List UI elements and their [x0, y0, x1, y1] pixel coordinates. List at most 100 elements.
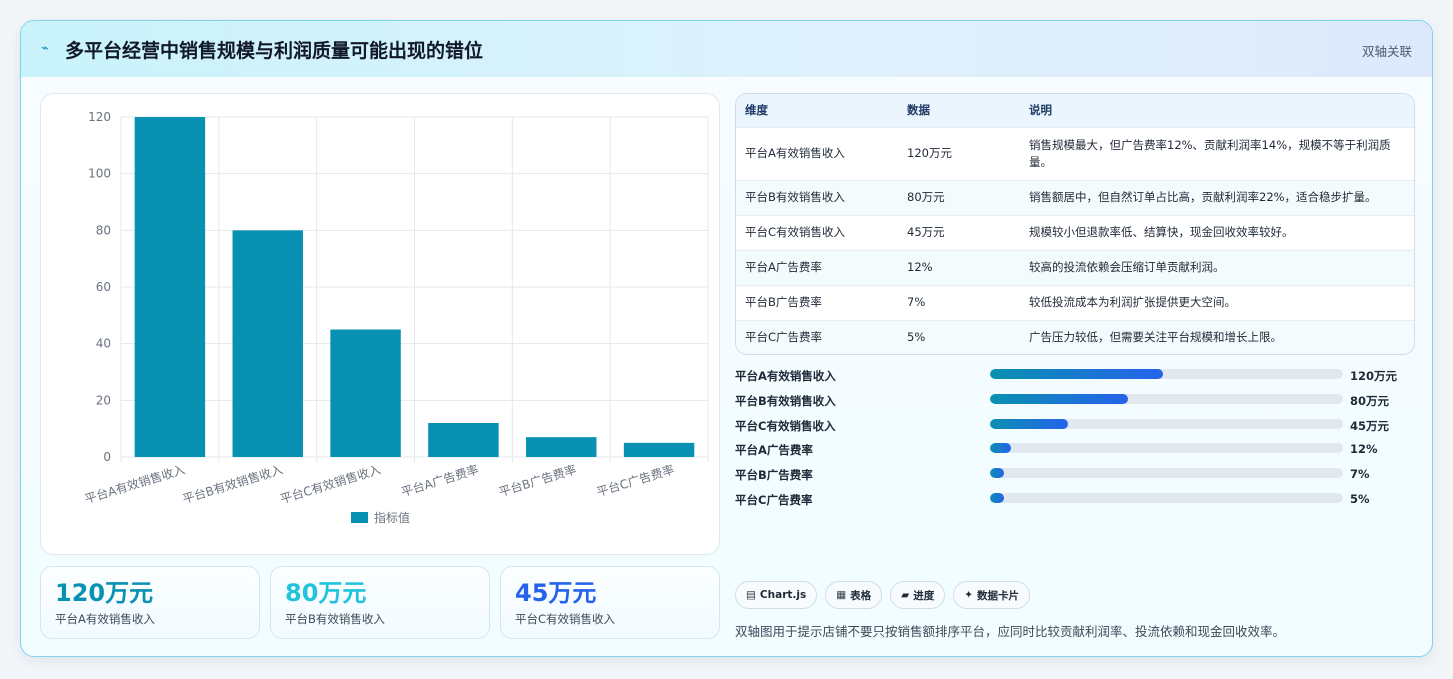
x-tick-label: 平台B有效销售收入: [181, 462, 285, 507]
table-cell: 平台A广告费率: [736, 249, 898, 285]
table-row: 平台B有效销售收入 80万元 销售额居中，但自然订单占比高，贡献利润率22%，适…: [736, 179, 1414, 215]
y-tick-label: 100: [88, 167, 111, 181]
chip-table[interactable]: ▦ 表格: [825, 581, 883, 609]
progress-label: 平台B广告费率: [735, 468, 813, 483]
progress-fill: [990, 443, 1012, 454]
chip-label: 进度: [913, 589, 935, 602]
table-cell: 平台A有效销售收入: [736, 126, 898, 180]
header: ⌁ 多平台经营中销售规模与利润质量可能出现的错位 双轴关联: [21, 21, 1432, 77]
progress-value: 120万元: [1350, 369, 1398, 383]
page-title: 多平台经营中销售规模与利润质量可能出现的错位: [65, 39, 484, 62]
progress-track: [990, 418, 1343, 429]
progress-label: 平台A有效销售收入: [735, 369, 836, 383]
y-tick-label: 60: [96, 280, 111, 294]
progress-label: 平台A广告费率: [735, 443, 813, 458]
kpi-label: 平台A有效销售收入: [55, 612, 155, 626]
bar: [330, 329, 401, 457]
table-cell: 销售规模最大，但广告费率12%、贡献利润率14%，规模不等于利润质量。: [1020, 126, 1414, 180]
chip-chartjs[interactable]: ▤ Chart.js: [735, 581, 818, 609]
table-cell: 较高的投流依赖会压缩订单贡献利润。: [1020, 249, 1414, 285]
progress-fill: [990, 492, 1005, 503]
progress-value: 12%: [1350, 442, 1378, 457]
x-tick-label: 平台B广告费率: [497, 462, 578, 500]
chip-progress[interactable]: ▰ 进度: [890, 581, 946, 609]
chip-data-card[interactable]: ✦ 数据卡片: [953, 581, 1031, 609]
card-icon: ✦: [964, 589, 974, 601]
bar-chart-panel: 0 20 40 60 80 100 120 平台A有效销售收入 平台B有效销售收入 平台C有效销售…: [40, 93, 720, 555]
progress-value: 80万元: [1350, 393, 1390, 408]
table-row: 平台A有效销售收入 120万元 销售规模最大，但广告费率12%、贡献利润率14%…: [736, 126, 1414, 180]
trend-icon: ⌁: [41, 41, 49, 56]
y-tick-label: 0: [103, 450, 111, 464]
table-cell: 销售额居中，但自然订单占比高，贡献利润率22%，适合稳步扩量。: [1020, 179, 1414, 215]
table-cell: 较低投流成本为利润扩张提供更大空间。: [1020, 284, 1414, 320]
chip-label: 数据卡片: [977, 589, 1020, 602]
y-tick-label: 80: [96, 223, 111, 237]
legend-label: 指标值: [374, 510, 410, 525]
kpi-label: 平台B有效销售收入: [285, 612, 385, 626]
table-cell: 平台B广告费率: [736, 284, 898, 320]
progress-row: 平台A有效销售收入 120万元: [735, 365, 1415, 390]
y-tick-label: 40: [96, 337, 111, 351]
progress-value: 7%: [1350, 467, 1370, 482]
table-cell: 平台C有效销售收入: [736, 214, 898, 250]
bar: [232, 230, 303, 457]
x-tick-label: 平台C广告费率: [595, 462, 676, 500]
table-cell: 平台B有效销售收入: [736, 179, 898, 215]
bar: [134, 117, 206, 457]
header-tag: 双轴关联: [1361, 44, 1412, 59]
progress-fill: [990, 369, 1163, 379]
progress-icon: ▰: [901, 589, 910, 601]
kpi-label: 平台C有效销售收入: [515, 612, 616, 626]
kpi-card: 45万元 平台C有效销售收入: [500, 566, 720, 639]
kpi-value: 80万元: [285, 579, 367, 607]
progress-row: 平台C有效销售收入 45万元: [735, 415, 1415, 440]
table-cell: 7%: [898, 284, 1020, 320]
table-cell: 5%: [898, 319, 1020, 354]
table-header-row: 维度 数据 说明: [736, 94, 1414, 127]
table-cell: 80万元: [898, 179, 1020, 215]
chip-label: Chart.js: [759, 589, 807, 601]
y-tick-label: 120: [88, 110, 111, 124]
progress-row: 平台C广告费率 5%: [735, 489, 1415, 514]
progress-fill: [990, 393, 1128, 404]
kpi-card: 80万元 平台B有效销售收入: [270, 566, 490, 639]
table-cell: 120万元: [898, 126, 1020, 180]
column-header: 维度: [745, 103, 768, 118]
table-icon: ▦: [836, 589, 847, 601]
x-tick-label: 平台A广告费率: [399, 462, 480, 500]
chip-label: 表格: [850, 589, 872, 602]
table-cell: 12%: [898, 249, 1020, 285]
table-row: 平台A广告费率 12% 较高的投流依赖会压缩订单贡献利润。: [736, 249, 1414, 285]
table-cell: 平台C广告费率: [736, 319, 898, 354]
table-row: 平台C广告费率 5% 广告压力较低，但需要关注平台规模和增长上限。: [736, 319, 1414, 354]
x-tick-label: 平台C有效销售收入: [278, 462, 382, 507]
progress-row: 平台B有效销售收入 80万元: [735, 390, 1415, 415]
progress-label: 平台C广告费率: [735, 492, 813, 507]
progress-row: 平台B广告费率 7%: [735, 464, 1415, 489]
progress-track: [990, 443, 1343, 454]
progress-track: [990, 369, 1343, 379]
progress-fill: [990, 418, 1068, 429]
table-row: 平台C有效销售收入 45万元 规模较小但退款率低、结算快，现金回收效率较好。: [736, 214, 1414, 250]
progress-row: 平台A广告费率 12%: [735, 439, 1415, 464]
chart-icon: ▤: [746, 589, 756, 601]
progress-fill: [990, 468, 1005, 479]
progress-label: 平台B有效销售收入: [735, 393, 836, 408]
kpi-value: 120万元: [55, 579, 154, 607]
dashboard-card: ⌁ 多平台经营中销售规模与利润质量可能出现的错位 双轴关联 0 20 40 60 80 1…: [20, 20, 1433, 657]
progress-bars: 平台A有效销售收入 120万元 平台B有效销售收入 80万元 平台C有效销售收入…: [735, 365, 1415, 514]
kpi-card: 120万元 平台A有效销售收入: [40, 566, 260, 639]
kpi-value: 45万元: [515, 579, 597, 607]
progress-track: [990, 393, 1343, 404]
bar: [428, 423, 499, 457]
progress-label: 平台C有效销售收入: [735, 418, 836, 433]
data-table: 维度 数据 说明 平台A有效销售收入 120万元 销售规模最大，但广告费率12%…: [735, 93, 1415, 355]
footnote: 双轴图用于提示店铺不要只按销售额排序平台，应同时比较贡献利润率、投流依赖和现金回…: [735, 624, 1286, 639]
progress-track: [990, 492, 1343, 503]
x-tick-label: 平台A有效销售收入: [83, 462, 187, 507]
table-cell: 规模较小但退款率低、结算快，现金回收效率较好。: [1020, 214, 1414, 250]
tech-chips: ▤ Chart.js ▦ 表格 ▰ 进度 ✦ 数据卡片: [735, 581, 1031, 609]
bar: [526, 437, 597, 457]
table-row: 平台B广告费率 7% 较低投流成本为利润扩张提供更大空间。: [736, 284, 1414, 320]
